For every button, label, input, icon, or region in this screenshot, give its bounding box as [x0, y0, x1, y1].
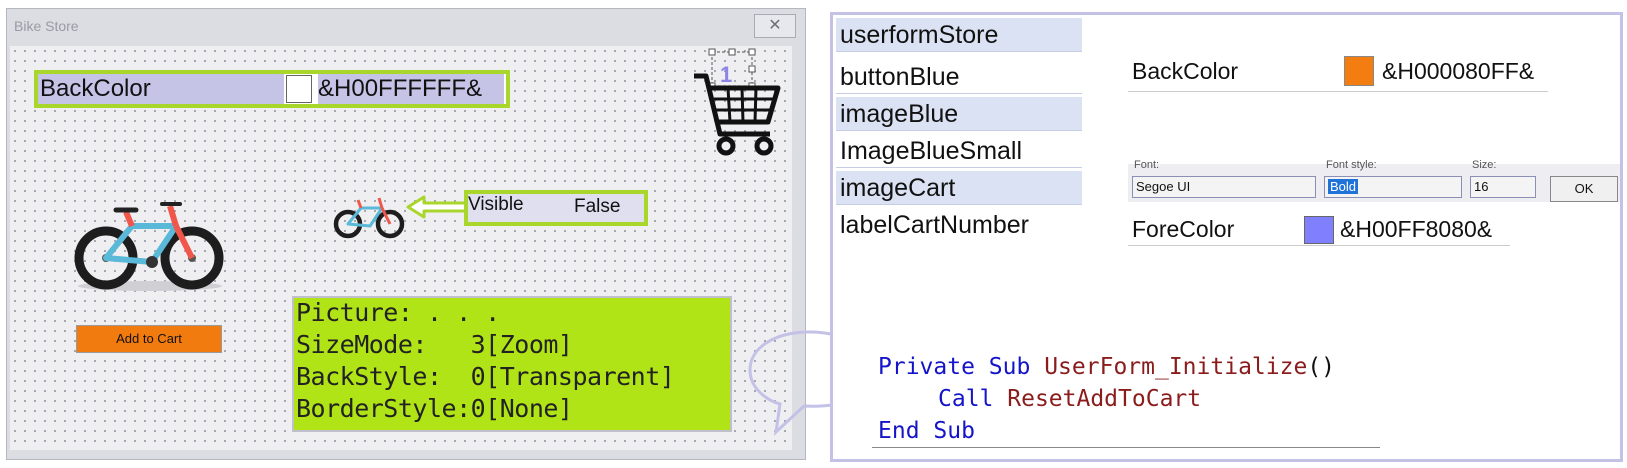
code-procedure-name: UserForm_Initialize — [1044, 354, 1308, 380]
visible-label: Visible — [468, 194, 524, 215]
control-name-image-small: ImageBlueSmall — [836, 134, 1082, 168]
cart-forecolor-value: &H00FF8080& — [1340, 216, 1493, 242]
font-style-field[interactable]: Bold — [1324, 176, 1462, 198]
code-keyword: Sub — [988, 354, 1031, 380]
code-parens: () — [1307, 354, 1336, 380]
code-line-2: Call ResetAddToCart — [938, 386, 1201, 412]
cart-count-label: 1 — [720, 62, 733, 87]
code-line-1: Private Sub UserForm_Initialize() — [878, 354, 1335, 380]
visible-value: False — [574, 196, 621, 217]
font-header: Font: — [1134, 159, 1160, 171]
cart-forecolor-swatch — [1304, 216, 1334, 244]
code-keyword: Private — [878, 354, 975, 380]
control-name-button: buttonBlue — [836, 60, 1082, 94]
prop-sizemode: SizeMode: 3[Zoom] — [296, 330, 573, 359]
control-name-cart-label: labelCartNumber — [840, 211, 1029, 239]
code-call-target: ResetAddToCart — [1007, 386, 1202, 412]
window-title: Bike Store — [14, 18, 79, 34]
image-properties-panel: Picture: . . . SizeMode: 3[Zoom] BackSty… — [292, 296, 732, 432]
button-backcolor-swatch — [1344, 56, 1374, 86]
add-to-cart-button[interactable]: Add to Cart — [76, 325, 222, 353]
arrow-left-icon — [406, 195, 468, 219]
backcolor-swatch — [286, 75, 312, 103]
prop-picture: Picture: . . . — [296, 298, 500, 327]
font-style-selected: Bold — [1328, 179, 1359, 194]
prop-borderstyle: BorderStyle:0[None] — [296, 394, 573, 423]
code-keyword: Sub — [933, 418, 975, 444]
control-name-userform: userformStore — [836, 18, 1082, 52]
font-size-header: Size: — [1472, 159, 1497, 171]
backcolor-value: &H00FFFFFF& — [318, 74, 504, 104]
cart-forecolor-label: ForeColor — [1132, 216, 1235, 242]
code-keyword: Call — [938, 386, 994, 412]
control-name-cart-image: imageCart — [836, 171, 1082, 205]
ok-button[interactable]: OK — [1550, 176, 1618, 202]
code-divider — [872, 447, 1380, 448]
code-line-3: End Sub — [878, 418, 975, 444]
backcolor-label: BackColor — [38, 74, 284, 104]
bike-image[interactable] — [70, 190, 228, 292]
button-backcolor-label: BackColor — [1132, 58, 1239, 84]
font-style-header: Font style: — [1326, 159, 1377, 171]
control-name-image: imageBlue — [836, 97, 1082, 131]
code-keyword: End — [878, 418, 920, 444]
close-icon[interactable]: ✕ — [754, 14, 796, 38]
bike-image-small[interactable] — [330, 190, 410, 240]
button-backcolor-value: &H000080FF& — [1382, 58, 1535, 84]
font-name-field[interactable]: Segoe UI — [1132, 176, 1316, 198]
font-size-field[interactable]: 16 — [1470, 176, 1536, 198]
prop-backstyle: BackStyle: 0[Transparent] — [296, 362, 675, 391]
